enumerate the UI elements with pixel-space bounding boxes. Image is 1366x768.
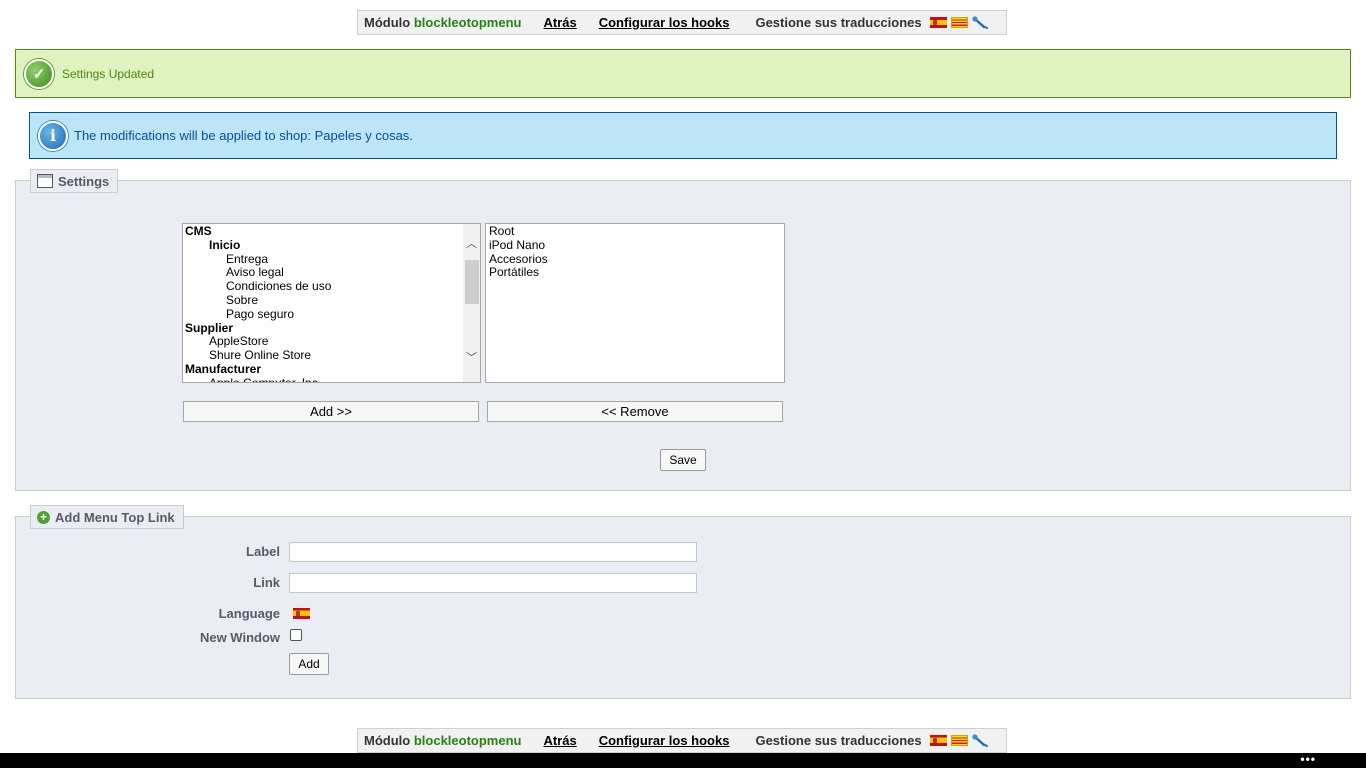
selected-list-item[interactable]: iPod Nano <box>489 238 784 253</box>
scroll-down-arrow-icon[interactable]: ﹀ <box>463 350 480 366</box>
list-item[interactable]: Sobre <box>185 293 480 308</box>
translations-label: Gestione sus traducciones <box>755 15 922 30</box>
module-name: blockleotopmenu <box>413 15 522 30</box>
save-button[interactable]: Save <box>660 449 706 471</box>
taskbar: ••• <box>0 753 1366 768</box>
scroll-up-arrow-icon[interactable]: ︿ <box>463 236 480 252</box>
remove-item-button[interactable]: << Remove <box>487 401 783 422</box>
list-item[interactable]: Aviso legal <box>185 266 480 280</box>
list-item[interactable]: Shure Online Store <box>185 348 480 363</box>
language-field-label: Language <box>218 606 280 621</box>
more-dots-icon[interactable]: ••• <box>1300 753 1316 766</box>
list-item[interactable]: Entrega <box>185 252 480 267</box>
module-title: Módulo blockleotopmenu <box>364 733 521 748</box>
selected-list-item[interactable]: Portátiles <box>489 266 784 280</box>
translation-flags <box>929 15 989 30</box>
available-items-list[interactable]: CMS Inicio Entrega Aviso legal Condiciones d… <box>182 223 481 383</box>
back-link[interactable]: Atrás <box>543 15 576 30</box>
selected-list-item[interactable]: Accesorios <box>489 252 784 267</box>
add-menu-link-panel: + Add Menu Top Link Label Link Language … <box>15 505 1351 699</box>
translations-label: Gestione sus traducciones <box>755 733 922 748</box>
new-window-checkbox[interactable] <box>290 629 302 641</box>
list-group-header: Supplier <box>185 320 234 335</box>
list-item[interactable]: Condiciones de uso <box>185 279 480 294</box>
info-alert: i The modifications will be applied to s… <box>29 112 1337 159</box>
module-name: blockleotopmenu <box>413 733 522 748</box>
add-link-button[interactable]: Add <box>289 653 329 675</box>
available-list-scrollbar[interactable]: ︿ ﹀ <box>463 224 480 382</box>
es-flag-icon[interactable] <box>293 608 310 619</box>
selected-list-item[interactable]: Root <box>489 224 784 239</box>
module-prefix: Módulo <box>364 15 411 30</box>
list-item[interactable]: Pago seguro <box>185 307 480 322</box>
wrench-icon[interactable] <box>972 733 989 748</box>
new-window-field-label: New Window <box>199 630 280 645</box>
info-message: The modifications will be applied to sho… <box>74 128 413 143</box>
list-group-header: Manufacturer <box>185 361 262 376</box>
wrench-icon[interactable] <box>972 15 989 30</box>
checkmark-icon: ✓ <box>24 58 54 89</box>
module-title: Módulo blockleotopmenu <box>364 15 521 30</box>
translation-flags <box>929 733 989 748</box>
module-toolbar-bottom: Módulo blockleotopmenu Atrás Configurar … <box>357 728 1007 753</box>
success-alert: ✓ Settings Updated <box>15 49 1351 98</box>
module-prefix: Módulo <box>364 733 411 748</box>
label-field-label: Label <box>246 544 280 559</box>
link-field-label: Link <box>253 575 280 590</box>
add-circle-icon: + <box>37 510 50 524</box>
settings-panel: Settings CMS Inicio Entrega Aviso legal Cond… <box>15 169 1351 491</box>
ca-flag-icon[interactable] <box>950 17 968 28</box>
ca-flag-icon[interactable] <box>950 735 968 746</box>
label-input[interactable] <box>289 542 697 562</box>
list-item[interactable]: Apple Computer, Inc <box>185 376 480 382</box>
add-link-legend-label: Add Menu Top Link <box>55 509 175 525</box>
module-toolbar-top: Módulo blockleotopmenu Atrás Configurar … <box>357 10 1007 35</box>
scrollbar-thumb[interactable] <box>465 260 479 304</box>
back-link[interactable]: Atrás <box>543 733 576 748</box>
info-icon: i <box>38 120 68 151</box>
list-item[interactable]: AppleStore <box>185 335 480 349</box>
window-icon <box>37 174 53 188</box>
configure-hooks-link[interactable]: Configurar los hooks <box>599 733 730 748</box>
es-flag-icon[interactable] <box>929 17 947 28</box>
selected-items-list[interactable]: Root iPod Nano Accesorios Portátiles <box>485 223 785 383</box>
add-link-legend: + Add Menu Top Link <box>30 505 184 529</box>
add-item-button[interactable]: Add >> <box>183 401 479 422</box>
success-message: Settings Updated <box>62 66 155 81</box>
list-group-header: CMS <box>185 224 212 238</box>
settings-legend: Settings <box>30 169 119 193</box>
es-flag-icon[interactable] <box>929 735 947 746</box>
list-group-header: Inicio <box>209 237 241 252</box>
link-input[interactable] <box>289 573 697 593</box>
configure-hooks-link[interactable]: Configurar los hooks <box>599 15 730 30</box>
settings-legend-label: Settings <box>58 173 110 189</box>
